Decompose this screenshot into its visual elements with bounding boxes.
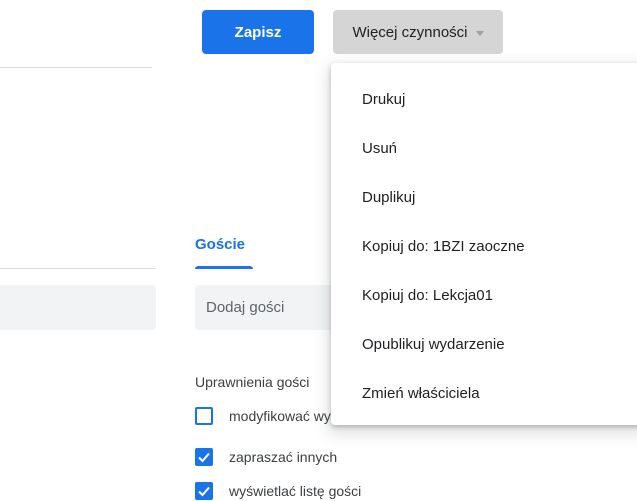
tab-guests[interactable]: Goście <box>195 236 245 253</box>
more-actions-menu: Drukuj Usuń Duplikuj Kopiuj do: 1BZI zao… <box>331 63 637 425</box>
divider <box>0 67 152 68</box>
permission-see-guest-list[interactable]: wyświetlać listę gości <box>195 482 361 500</box>
check-icon <box>198 452 210 463</box>
menu-item-print[interactable]: Drukuj <box>331 77 637 121</box>
caret-down-icon <box>475 30 484 36</box>
more-actions-button[interactable]: Więcej czynności <box>333 10 503 54</box>
menu-item-publish-event[interactable]: Opublikuj wydarzenie <box>331 322 637 366</box>
event-editor: Zapisz Więcej czynności Goście Dodaj goś… <box>0 0 637 501</box>
tab-active-indicator <box>195 266 253 269</box>
menu-item-change-owner[interactable]: Zmień właściciela <box>331 371 637 415</box>
guest-permissions-label: Uprawnienia gości <box>195 374 310 390</box>
permission-label: zapraszać innych <box>229 449 338 465</box>
add-guests-placeholder: Dodaj gości <box>206 299 285 316</box>
divider <box>0 268 156 269</box>
left-panel-field[interactable] <box>0 285 156 330</box>
menu-item-copy-to-lekcja01[interactable]: Kopiuj do: Lekcja01 <box>331 273 637 317</box>
permission-label: wyświetlać listę gości <box>229 483 362 499</box>
check-icon <box>198 486 210 497</box>
menu-item-copy-to-1bzi[interactable]: Kopiuj do: 1BZI zaoczne <box>331 224 637 268</box>
permission-invite-others[interactable]: zapraszać innych <box>195 448 337 466</box>
save-button[interactable]: Zapisz <box>202 10 314 54</box>
menu-item-delete[interactable]: Usuń <box>331 126 637 170</box>
checkbox-checked[interactable] <box>195 448 213 466</box>
add-guests-input[interactable]: Dodaj gości <box>195 285 345 330</box>
menu-item-duplicate[interactable]: Duplikuj <box>331 175 637 219</box>
more-actions-label: Więcej czynności <box>352 23 468 41</box>
checkbox-unchecked[interactable] <box>195 407 213 425</box>
checkbox-checked[interactable] <box>195 482 213 500</box>
